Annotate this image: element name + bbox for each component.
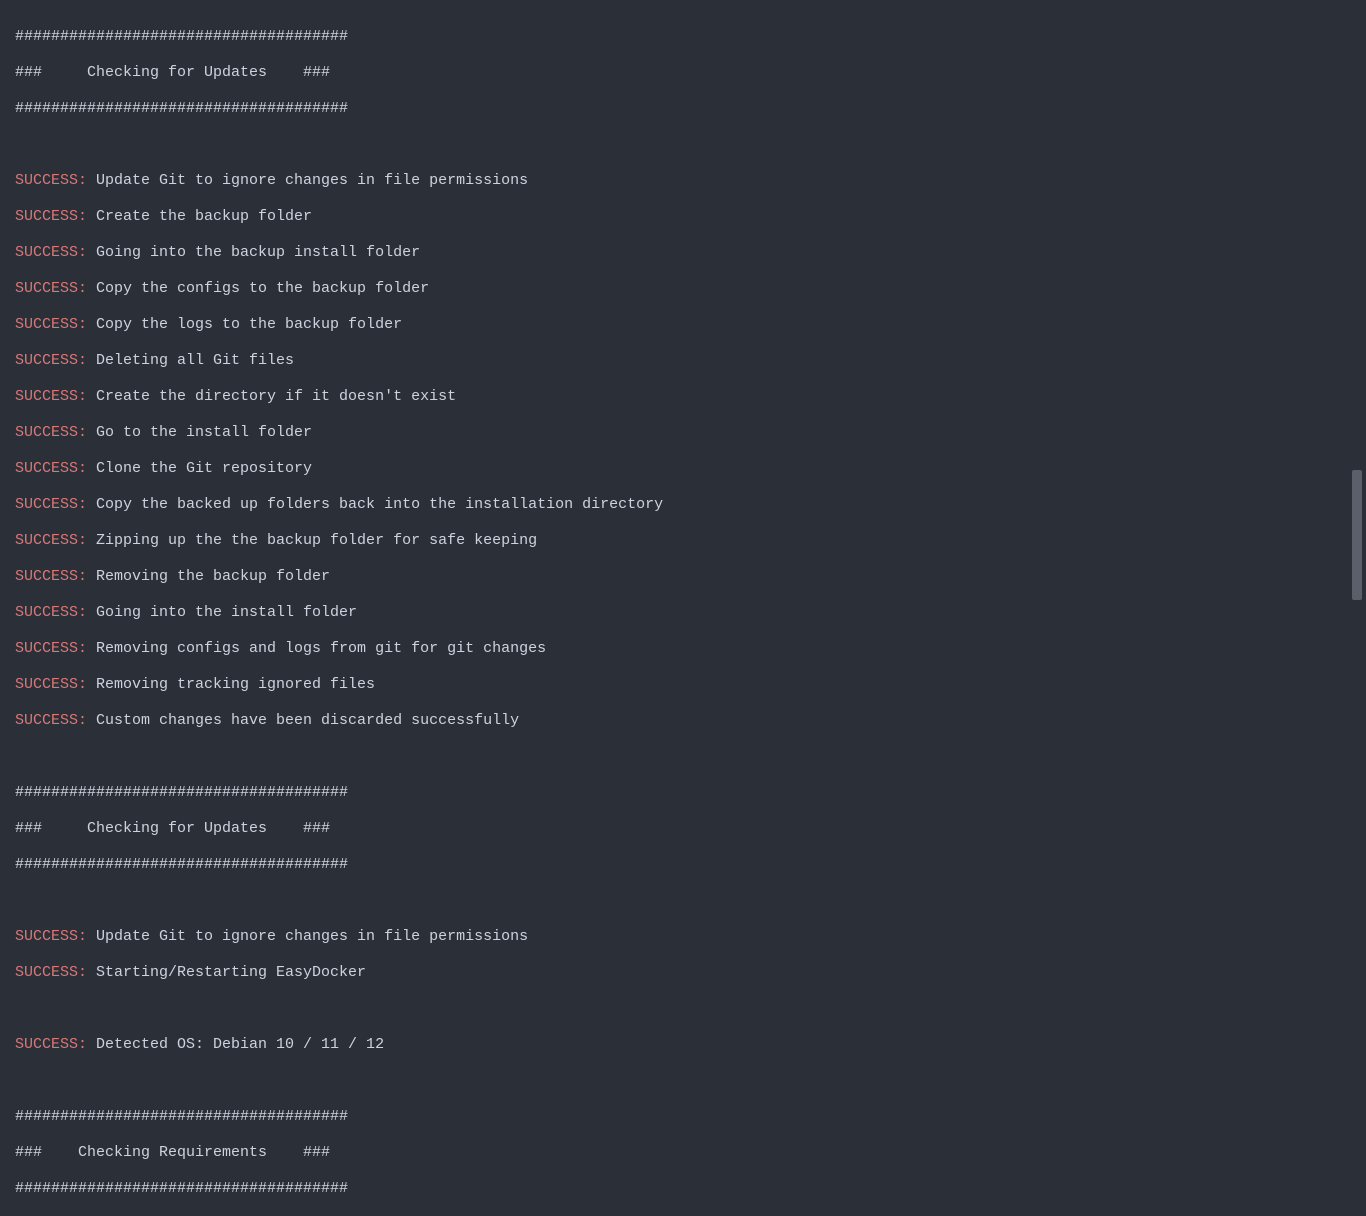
- banner-border: #####################################: [15, 28, 348, 45]
- success-label: SUCCESS:: [15, 208, 87, 225]
- banner-border: #####################################: [15, 856, 348, 873]
- success-message: Create the backup folder: [87, 208, 312, 225]
- success-label: SUCCESS:: [15, 676, 87, 693]
- scrollbar-track[interactable]: [1352, 0, 1364, 612]
- scrollbar-thumb[interactable]: [1352, 470, 1362, 600]
- success-message: Copy the logs to the backup folder: [87, 316, 402, 333]
- banner-title: ### Checking Requirements ###: [15, 1144, 330, 1161]
- success-label: SUCCESS:: [15, 496, 87, 513]
- success-label: SUCCESS:: [15, 388, 87, 405]
- success-message: Detected OS: Debian 10 / 11 / 12: [87, 1036, 384, 1053]
- success-message: Going into the install folder: [87, 604, 357, 621]
- success-label: SUCCESS:: [15, 604, 87, 621]
- success-message: Clone the Git repository: [87, 460, 312, 477]
- banner-border: #####################################: [15, 100, 348, 117]
- success-message: Removing tracking ignored files: [87, 676, 375, 693]
- success-message: Go to the install folder: [87, 424, 312, 441]
- success-label: SUCCESS:: [15, 424, 87, 441]
- success-message: Custom changes have been discarded succe…: [87, 712, 519, 729]
- success-message: Going into the backup install folder: [87, 244, 420, 261]
- success-message: Update Git to ignore changes in file per…: [87, 172, 528, 189]
- success-label: SUCCESS:: [15, 244, 87, 261]
- success-message: Copy the configs to the backup folder: [87, 280, 429, 297]
- terminal-output: ##################################### ##…: [15, 10, 1351, 1216]
- banner-border: #####################################: [15, 1180, 348, 1197]
- success-label: SUCCESS:: [15, 280, 87, 297]
- success-label: SUCCESS:: [15, 640, 87, 657]
- success-label: SUCCESS:: [15, 928, 87, 945]
- success-message: Deleting all Git files: [87, 352, 294, 369]
- success-message: Copy the backed up folders back into the…: [87, 496, 663, 513]
- success-message: Removing the backup folder: [87, 568, 330, 585]
- banner-title: ### Checking for Updates ###: [15, 820, 330, 837]
- success-message: Zipping up the the backup folder for saf…: [87, 532, 537, 549]
- success-message: Update Git to ignore changes in file per…: [87, 928, 528, 945]
- success-message: Create the directory if it doesn't exist: [87, 388, 456, 405]
- success-label: SUCCESS:: [15, 568, 87, 585]
- banner-title: ### Checking for Updates ###: [15, 64, 330, 81]
- banner-border: #####################################: [15, 784, 348, 801]
- success-label: SUCCESS:: [15, 712, 87, 729]
- success-label: SUCCESS:: [15, 460, 87, 477]
- success-label: SUCCESS:: [15, 172, 87, 189]
- success-label: SUCCESS:: [15, 532, 87, 549]
- banner-border: #####################################: [15, 1108, 348, 1125]
- success-message: Removing configs and logs from git for g…: [87, 640, 546, 657]
- success-label: SUCCESS:: [15, 1036, 87, 1053]
- success-label: SUCCESS:: [15, 964, 87, 981]
- success-label: SUCCESS:: [15, 352, 87, 369]
- success-label: SUCCESS:: [15, 316, 87, 333]
- success-message: Starting/Restarting EasyDocker: [87, 964, 366, 981]
